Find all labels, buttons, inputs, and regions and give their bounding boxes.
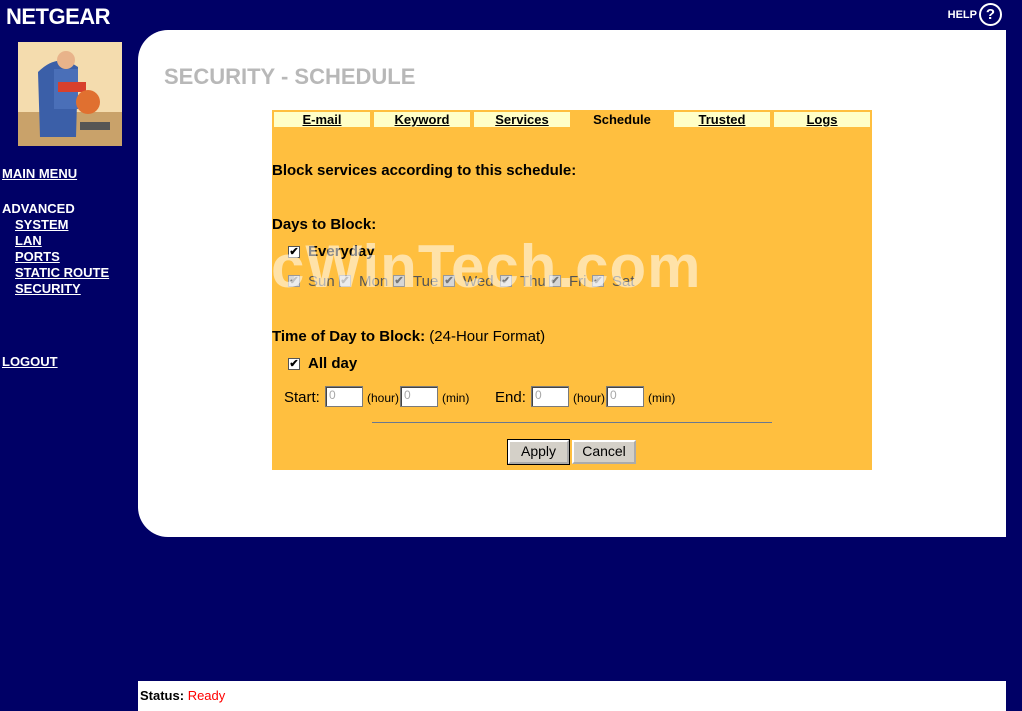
wed-label: Wed	[463, 273, 494, 290]
sidebar-advanced-heading: ADVANCED	[2, 201, 75, 216]
tab-schedule[interactable]: Schedule	[572, 110, 672, 129]
sidebar-main-menu-link[interactable]: MAIN MENU	[2, 166, 77, 181]
fri-checkbox[interactable]: ✔	[549, 275, 561, 287]
end-min-unit: (min)	[648, 391, 676, 405]
sat-label: Sat	[612, 273, 635, 290]
cancel-button[interactable]: Cancel	[572, 440, 636, 464]
netgear-logo: NETGEAR	[6, 4, 111, 29]
time-of-day-label: Time of Day to Block:	[272, 328, 426, 345]
wed-checkbox[interactable]: ✔	[443, 275, 455, 287]
end-label: End:	[495, 389, 526, 406]
router-mascot-image	[18, 42, 122, 146]
form-heading: Block services according to this schedul…	[272, 162, 577, 179]
help-label: HELP	[947, 8, 977, 21]
help-icon: ?	[979, 3, 1002, 26]
sat-checkbox[interactable]: ✔	[592, 275, 604, 287]
thu-label: Thu	[520, 273, 546, 290]
allday-checkbox[interactable]: ✔	[288, 358, 300, 370]
sidebar-item-lan[interactable]: LAN	[15, 233, 42, 248]
sidebar-item-system[interactable]: SYSTEM	[15, 217, 68, 232]
tab-trusted[interactable]: Trusted	[672, 110, 772, 129]
start-hour-unit: (hour)	[367, 391, 400, 405]
end-hour-input[interactable]: 0	[531, 386, 569, 407]
schedule-form-box: E-mail Keyword Services Schedule Trusted…	[272, 110, 872, 470]
help-button[interactable]: HELP ?	[948, 3, 1002, 26]
mon-checkbox[interactable]: ✔	[339, 275, 351, 287]
tue-checkbox[interactable]: ✔	[393, 275, 405, 287]
sun-checkbox[interactable]: ✔	[288, 275, 300, 287]
start-min-input[interactable]: 0	[400, 386, 438, 407]
sidebar-item-static-route[interactable]: STATIC ROUTE	[15, 265, 109, 280]
everyday-label: Everyday	[308, 243, 375, 260]
sun-label: Sun	[308, 273, 335, 290]
tab-keyword[interactable]: Keyword	[372, 110, 472, 129]
end-hour-unit: (hour)	[573, 391, 606, 405]
tab-bar: E-mail Keyword Services Schedule Trusted…	[272, 110, 872, 129]
page-title: SECURITY - SCHEDULE	[164, 64, 416, 89]
sidebar-item-security[interactable]: SECURITY	[15, 281, 81, 296]
status-bar: Status: Ready	[138, 681, 1006, 711]
end-min-input[interactable]: 0	[606, 386, 644, 407]
start-hour-input[interactable]: 0	[325, 386, 363, 407]
time-of-day-row: Time of Day to Block: (24-Hour Format)	[272, 328, 545, 345]
tab-email[interactable]: E-mail	[272, 110, 372, 129]
time-format-note: (24-Hour Format)	[429, 328, 546, 345]
days-to-block-label: Days to Block:	[272, 216, 377, 233]
sidebar-logout-link[interactable]: LOGOUT	[2, 354, 58, 369]
tue-label: Tue	[413, 273, 439, 290]
everyday-checkbox[interactable]: ✔	[288, 246, 300, 258]
fri-label: Fri	[569, 273, 587, 290]
allday-label: All day	[308, 355, 358, 372]
start-label: Start:	[284, 389, 320, 406]
start-min-unit: (min)	[442, 391, 470, 405]
form-divider	[372, 422, 772, 423]
status-value: Ready	[187, 688, 226, 703]
mon-label: Mon	[359, 273, 389, 290]
tab-services[interactable]: Services	[472, 110, 572, 129]
tab-logs[interactable]: Logs	[772, 110, 872, 129]
status-label: Status:	[140, 688, 185, 703]
apply-button[interactable]: Apply	[507, 439, 570, 465]
thu-checkbox[interactable]: ✔	[500, 275, 512, 287]
sidebar-item-ports[interactable]: PORTS	[15, 249, 60, 264]
